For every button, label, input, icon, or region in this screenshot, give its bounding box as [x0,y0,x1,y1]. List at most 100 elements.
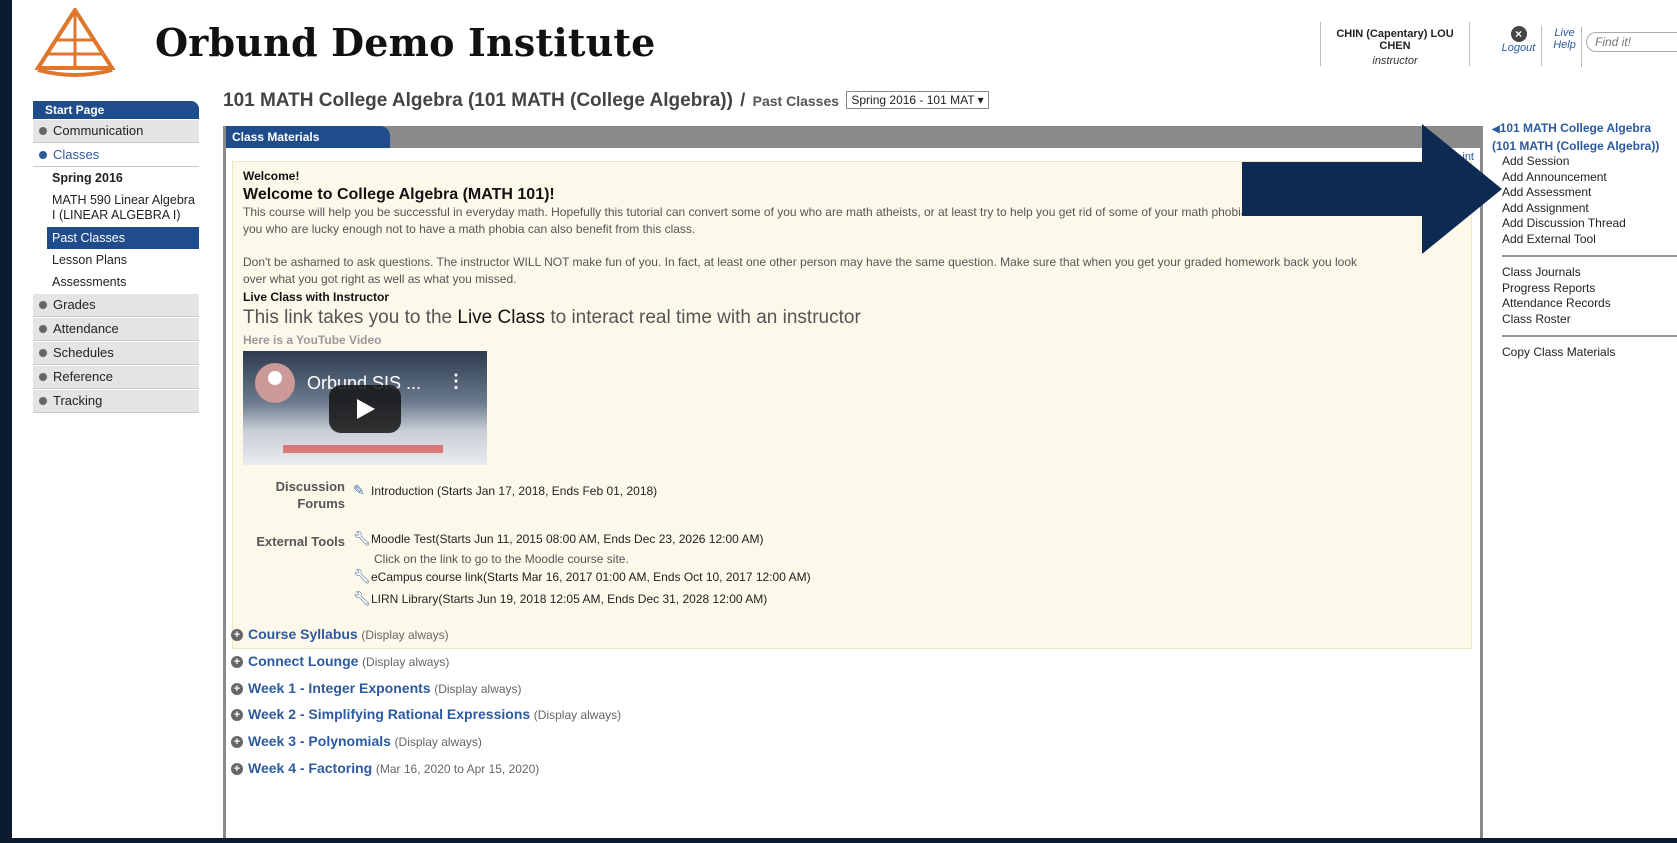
nav-label: Communication [53,123,144,138]
add-discussion-thread-link[interactable]: Add Discussion Thread [1492,216,1677,232]
breadcrumb-past-classes[interactable]: Past Classes [753,93,839,109]
divider [1502,255,1677,257]
section-week-1[interactable]: + Week 1 - Integer Exponents (Display alw… [231,680,522,696]
plus-circle-icon[interactable]: + [231,709,243,721]
plus-circle-icon[interactable]: + [231,629,243,641]
wrench-icon: 🔧︎ [353,568,371,584]
nav-classes[interactable]: Classes [33,143,199,167]
term-select[interactable]: Spring 2016 - 101 MAT ▾ [846,91,989,109]
external-tool-item[interactable]: 🔧︎Moodle Test(Starts Jun 11, 2015 08:00 … [353,530,763,546]
section-title[interactable]: Week 4 - Factoring [248,760,372,776]
nav-label: Schedules [53,345,114,360]
add-assignment-link[interactable]: Add Assignment [1492,201,1677,217]
section-note: (Display always) [361,628,449,642]
live-line-text: to interact real time with an instructor [545,307,861,328]
welcome-paragraph-line: Don't be ashamed to ask questions. The i… [243,255,1358,269]
progress-reports-link[interactable]: Progress Reports [1492,281,1677,297]
plus-circle-icon[interactable]: + [231,656,243,668]
discussion-forums-label: Discussion Forums [255,478,345,512]
bullet-icon [39,151,47,159]
external-tool-item[interactable]: 🔧︎LIRN Library(Starts Jun 19, 2018 12:05… [353,590,767,606]
close-circle-icon: × [1510,26,1527,42]
nav-assessments[interactable]: Assessments [33,271,199,293]
welcome-paragraph-line: over what you got right as well as what … [243,272,517,286]
section-title[interactable]: Week 3 - Polynomials [248,733,391,749]
nav-past-classes[interactable]: Past Classes [47,227,199,249]
live-class-link[interactable]: Live Class [457,307,545,328]
discussion-item[interactable]: ✎ Introduction (Starts Jan 17, 2018, Ends… [353,482,657,498]
nav-term[interactable]: Spring 2016 [33,167,199,189]
section-title[interactable]: Week 1 - Integer Exponents [248,680,431,696]
live-link[interactable]: Live [1548,27,1581,39]
live-class-label: Live Class with Instructor [243,290,390,304]
channel-avatar [255,363,295,403]
nav-label: Tracking [53,393,103,408]
section-week-2[interactable]: + Week 2 - Simplifying Rational Expressio… [231,706,621,722]
live-line-text: This link takes you to the [243,307,458,328]
bullet-icon [39,301,47,309]
start-page-tab[interactable]: Start Page [33,101,199,119]
nav-schedules[interactable]: Schedules [33,341,199,365]
search-input[interactable] [1586,32,1677,52]
left-nav: Start Page Communication Classes Spring … [33,101,199,413]
moodle-note: Click on the link to go to the Moodle co… [374,552,629,566]
add-announcement-link[interactable]: Add Announcement [1492,170,1677,186]
wrench-icon: 🔧︎ [353,530,371,546]
add-session-link[interactable]: Add Session [1492,154,1677,170]
attendance-records-link[interactable]: Attendance Records [1492,296,1677,312]
right-panel-title-text[interactable]: 101 MATH College Algebra (101 MATH (Coll… [1492,121,1659,153]
copy-class-materials-link[interactable]: Copy Class Materials [1492,345,1677,361]
app-window: Orbund Demo Institute CHIN (Capentary) L… [12,0,1677,838]
section-title[interactable]: Course Syllabus [248,626,358,642]
nav-grades[interactable]: Grades [33,293,199,317]
plus-circle-icon[interactable]: + [231,763,243,775]
forum-icon: ✎ [353,482,365,498]
bullet-icon [39,373,47,381]
external-tools-label: External Tools [256,534,345,549]
youtube-label: Here is a YouTube Video [243,333,382,347]
video-thumbnail-strip [283,445,443,453]
nav-attendance[interactable]: Attendance [33,317,199,341]
discussion-item-text[interactable]: Introduction (Starts Jan 17, 2018, Ends … [371,484,657,498]
right-panel-title[interactable]: ◀101 MATH College Algebra (101 MATH (Col… [1492,120,1677,154]
divider [1502,335,1677,337]
bullet-icon [39,349,47,357]
user-role: instructor [1372,55,1418,67]
nav-label: Reference [53,369,113,384]
nav-lesson-plans[interactable]: Lesson Plans [33,249,199,271]
section-week-3[interactable]: + Week 3 - Polynomials (Display always) [231,733,482,749]
external-tool-text[interactable]: eCampus course link(Starts Mar 16, 2017 … [371,570,811,584]
class-roster-link[interactable]: Class Roster [1492,312,1677,328]
plus-circle-icon[interactable]: + [231,736,243,748]
live-help-button[interactable]: Live Help [1548,27,1582,67]
logo-icon[interactable] [34,6,116,78]
nav-course[interactable]: MATH 590 Linear Algebra I (LINEAR ALGEBR… [33,189,199,227]
add-assessment-link[interactable]: Add Assessment [1492,185,1677,201]
external-tool-item[interactable]: 🔧︎eCampus course link(Starts Mar 16, 201… [353,568,811,584]
logout-button[interactable]: × Logout [1496,26,1542,66]
nav-reference[interactable]: Reference [33,365,199,389]
nav-communication[interactable]: Communication [33,119,199,143]
external-tool-text[interactable]: Moodle Test(Starts Jun 11, 2015 08:00 AM… [371,532,763,546]
nav-tracking[interactable]: Tracking [33,389,199,413]
more-icon[interactable]: ⋮ [447,371,465,392]
external-tool-text[interactable]: LIRN Library(Starts Jun 19, 2018 12:05 A… [371,592,767,606]
site-title: Orbund Demo Institute [155,20,656,65]
section-title[interactable]: Connect Lounge [248,653,358,669]
section-week-4[interactable]: + Week 4 - Factoring (Mar 16, 2020 to Apr… [231,760,539,776]
bullet-icon [39,397,47,405]
bullet-icon [39,127,47,135]
class-materials-tab[interactable]: Class Materials [226,126,390,148]
play-icon[interactable] [329,385,401,433]
class-journals-link[interactable]: Class Journals [1492,265,1677,281]
section-connect-lounge[interactable]: + Connect Lounge (Display always) [231,653,449,669]
nav-label: Attendance [53,321,119,336]
logout-link[interactable]: Logout [1496,42,1541,54]
youtube-video[interactable]: Orbund SIS ... ⋮ [243,351,487,465]
plus-circle-icon[interactable]: + [231,683,243,695]
help-link[interactable]: Help [1548,39,1581,51]
section-course-syllabus[interactable]: + Course Syllabus (Display always) [231,626,449,642]
add-external-tool-link[interactable]: Add External Tool [1492,232,1677,248]
right-panel: ◀101 MATH College Algebra (101 MATH (Col… [1492,120,1677,361]
section-title[interactable]: Week 2 - Simplifying Rational Expression… [248,706,530,722]
